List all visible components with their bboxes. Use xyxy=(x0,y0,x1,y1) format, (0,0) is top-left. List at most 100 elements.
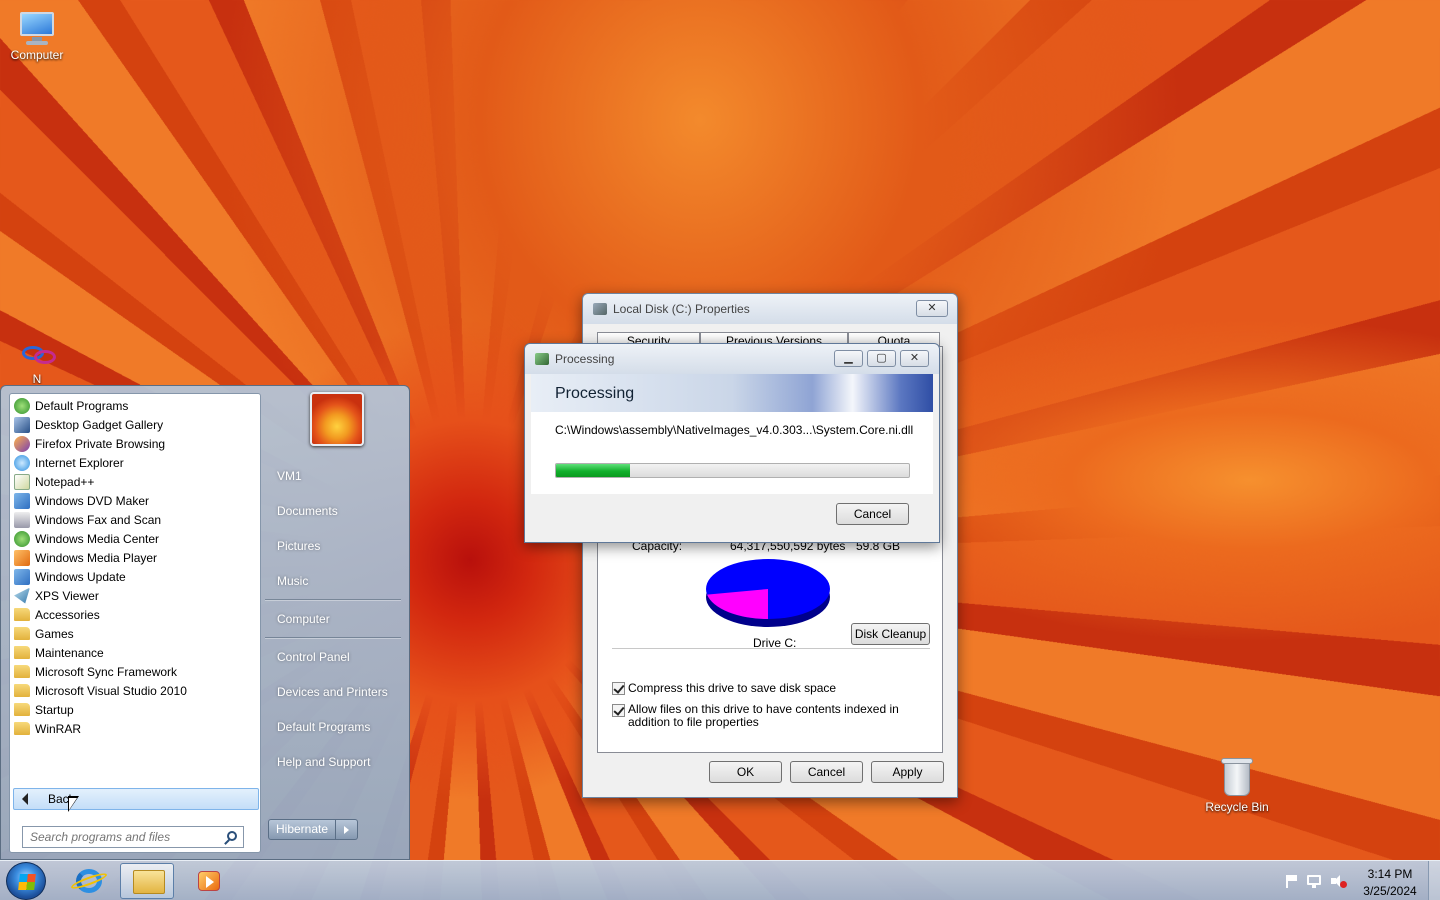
all-programs-pane: Default Programs Desktop Gadget Gallery Fi… xyxy=(9,393,261,853)
compress-checkbox[interactable] xyxy=(612,682,625,695)
program-label: WinRAR xyxy=(35,721,82,736)
folder-icon xyxy=(14,684,30,697)
place-devices-printers[interactable]: Devices and Printers xyxy=(277,685,388,699)
internet-explorer-icon xyxy=(14,454,30,471)
program-item[interactable]: Maintenance xyxy=(10,643,260,662)
dialog-titlebar: Local Disk (C:) Properties xyxy=(583,294,957,324)
program-item[interactable]: XPS Viewer xyxy=(10,586,260,605)
action-center-flag-icon[interactable] xyxy=(1284,874,1298,888)
progress-bar xyxy=(555,463,910,478)
cancel-button[interactable]: Cancel xyxy=(790,761,863,783)
program-label: Microsoft Sync Framework xyxy=(35,664,178,679)
desktop-icon-label: Recycle Bin xyxy=(1205,800,1269,814)
minimize-button[interactable]: ▁ xyxy=(834,350,863,367)
program-item[interactable]: Microsoft Visual Studio 2010 xyxy=(10,681,260,700)
program-item[interactable]: Windows Fax and Scan xyxy=(10,510,260,529)
windows-explorer-icon xyxy=(133,870,165,894)
firefox-icon xyxy=(14,435,30,452)
close-button[interactable]: ✕ xyxy=(916,300,948,317)
dialog-title: Processing xyxy=(555,352,615,366)
place-user-folder[interactable]: VM1 xyxy=(277,469,302,483)
folder-icon xyxy=(14,722,30,735)
search-box[interactable] xyxy=(22,826,244,848)
clock-date: 3/25/2024 xyxy=(1363,884,1417,898)
back-arrow-icon xyxy=(22,793,28,805)
program-item[interactable]: Firefox Private Browsing xyxy=(10,434,260,453)
windows-logo-icon xyxy=(18,874,36,890)
taskbar-internet-explorer[interactable] xyxy=(62,863,118,899)
hibernate-button[interactable]: Hibernate xyxy=(268,819,336,840)
clock-time: 3:14 PM xyxy=(1367,867,1413,881)
processing-heading: Processing xyxy=(555,385,635,402)
start-button[interactable] xyxy=(6,862,46,900)
place-music[interactable]: Music xyxy=(277,574,308,588)
network-icon xyxy=(16,342,58,372)
program-item[interactable]: Windows Media Player xyxy=(10,548,260,567)
place-pictures[interactable]: Pictures xyxy=(277,539,320,553)
close-button[interactable]: ✕ xyxy=(900,350,929,367)
ok-button[interactable]: OK xyxy=(709,761,782,783)
place-help-support[interactable]: Help and Support xyxy=(277,755,370,769)
taskbar-windows-explorer[interactable] xyxy=(120,863,174,899)
program-label: Games xyxy=(35,626,74,641)
network-icon[interactable] xyxy=(1307,874,1321,888)
apply-button[interactable]: Apply xyxy=(871,761,944,783)
program-item[interactable]: Games xyxy=(10,624,260,643)
program-label: Firefox Private Browsing xyxy=(35,436,166,451)
index-label: Allow files on this drive to have conten… xyxy=(628,702,899,729)
desktop-icon-recycle-bin[interactable]: Recycle Bin xyxy=(1197,756,1277,814)
user-picture[interactable] xyxy=(310,392,364,446)
program-item[interactable]: Accessories xyxy=(10,605,260,624)
desktop-icon-network[interactable]: N xyxy=(0,342,77,384)
program-item[interactable]: Internet Explorer xyxy=(10,453,260,472)
power-options-arrow-button[interactable] xyxy=(336,819,358,840)
volume-muted-icon[interactable] xyxy=(1331,874,1347,888)
program-list: Default Programs Desktop Gadget Gallery Fi… xyxy=(10,394,260,738)
program-item[interactable]: Windows Update xyxy=(10,567,260,586)
maximize-button[interactable]: ▢ xyxy=(867,350,896,367)
program-label: Windows Media Player xyxy=(35,550,158,565)
default-programs-icon xyxy=(14,397,30,414)
place-control-panel[interactable]: Control Panel xyxy=(277,650,350,664)
processing-body: C:\Windows\assembly\NativeImages_v4.0.30… xyxy=(531,412,933,494)
program-label: Startup xyxy=(35,702,74,717)
drive-icon xyxy=(593,303,607,315)
place-default-programs[interactable]: Default Programs xyxy=(277,720,370,734)
maximize-icon: ▢ xyxy=(876,351,887,364)
program-label: Desktop Gadget Gallery xyxy=(35,417,164,432)
start-menu: Default Programs Desktop Gadget Gallery Fi… xyxy=(0,385,410,860)
folder-icon xyxy=(14,665,30,678)
search-icon[interactable] xyxy=(227,831,237,841)
cancel-button[interactable]: Cancel xyxy=(836,503,909,525)
program-item[interactable]: Microsoft Sync Framework xyxy=(10,662,260,681)
program-item[interactable]: Windows Media Center xyxy=(10,529,260,548)
fax-icon xyxy=(14,511,30,528)
program-item[interactable]: Notepad++ xyxy=(10,472,260,491)
program-label: Windows Media Center xyxy=(35,531,160,546)
desktop-icon-label: N xyxy=(32,372,42,384)
folder-icon xyxy=(14,627,30,640)
place-documents[interactable]: Documents xyxy=(277,504,338,518)
compress-checkbox-row[interactable]: Compress this drive to save disk space xyxy=(612,681,836,695)
desktop-icon-computer[interactable]: Computer xyxy=(0,10,77,62)
gadget-gallery-icon xyxy=(14,416,30,433)
index-checkbox[interactable] xyxy=(612,704,625,717)
program-item[interactable]: Desktop Gadget Gallery xyxy=(10,415,260,434)
program-item[interactable]: Windows DVD Maker xyxy=(10,491,260,510)
disk-cleanup-button[interactable]: Disk Cleanup xyxy=(851,623,930,645)
back-button[interactable]: Back xyxy=(13,788,259,810)
minimize-icon: ▁ xyxy=(844,351,853,364)
search-input[interactable] xyxy=(30,830,220,844)
system-clock[interactable]: 3:14 PM 3/25/2024 xyxy=(1356,866,1424,900)
taskbar-media-player[interactable] xyxy=(184,863,236,899)
disk-usage-pie xyxy=(706,559,830,627)
show-desktop-button[interactable] xyxy=(1428,861,1440,900)
dialog-title: Local Disk (C:) Properties xyxy=(613,302,750,316)
divider xyxy=(265,637,401,638)
index-checkbox-row[interactable]: Allow files on this drive to have conten… xyxy=(612,703,932,729)
program-item[interactable]: Startup xyxy=(10,700,260,719)
place-computer[interactable]: Computer xyxy=(277,612,330,626)
program-item[interactable]: Default Programs xyxy=(10,396,260,415)
program-item[interactable]: WinRAR xyxy=(10,719,260,738)
notepad-icon xyxy=(14,473,30,490)
